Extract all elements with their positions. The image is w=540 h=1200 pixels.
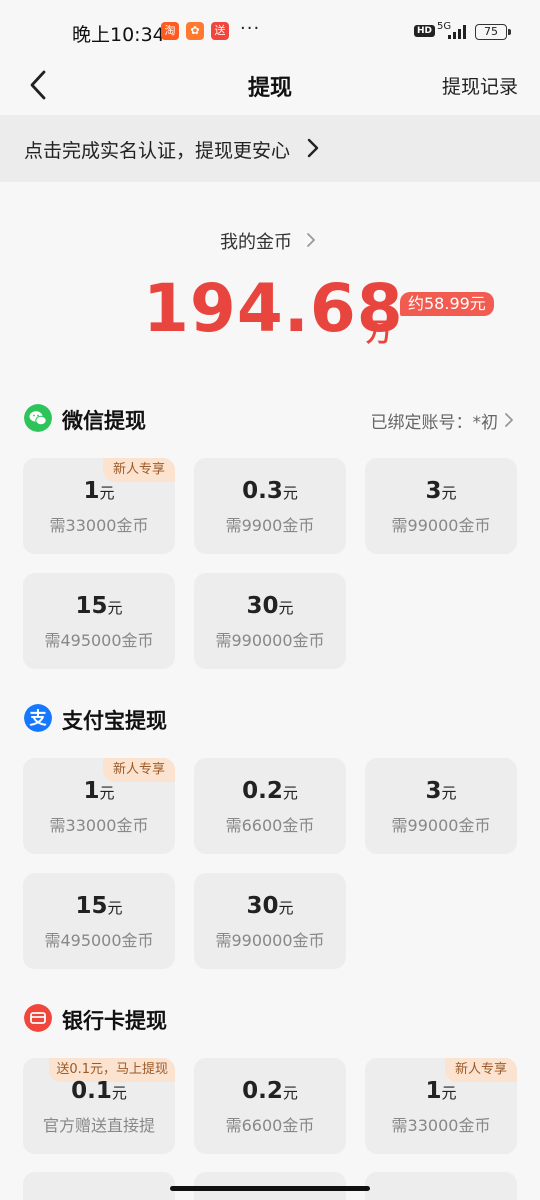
coins-amount: 194.68	[143, 270, 404, 347]
coins-required: 需33000金币	[391, 1116, 491, 1135]
withdraw-amount: 3	[425, 778, 442, 804]
withdraw-amount: 0.2	[242, 778, 283, 804]
yuan-unit: 元	[99, 484, 115, 502]
withdraw-option-card[interactable]: 新人专享 1元 需33000金币	[23, 758, 175, 854]
withdraw-amount: 30	[246, 893, 279, 919]
status-time: 晚上10:34	[72, 24, 165, 46]
coins-required: 官方赠送直接提	[42, 1116, 155, 1135]
coins-required: 需33000金币	[49, 816, 149, 835]
coins-required: 需495000金币	[44, 631, 154, 650]
yuan-unit: 元	[282, 784, 298, 802]
yuan-unit: 元	[282, 484, 298, 502]
yuan-unit: 元	[111, 1084, 127, 1102]
withdraw-option-card[interactable]: 3元 需99000金币	[365, 758, 517, 854]
svg-text:支: 支	[30, 708, 48, 729]
yuan-unit: 元	[282, 1084, 298, 1102]
coins-required: 需9900金币	[225, 516, 315, 535]
bound-account-link[interactable]: 已绑定账号：*初	[371, 408, 499, 433]
withdraw-amount: 30	[246, 593, 279, 619]
withdraw-history-link[interactable]: 提现记录	[442, 72, 518, 99]
withdraw-amount: 15	[75, 893, 108, 919]
real-name-verification-banner[interactable]: 点击完成实名认证，提现更安心	[0, 115, 540, 182]
status-bar: 晚上10:34 淘 ✿ 送 ··· HD 5G 75	[0, 0, 540, 62]
yuan-unit: 元	[441, 484, 457, 502]
withdraw-option-card[interactable]: 新人专享 1元 需33000金币	[23, 458, 175, 554]
withdraw-option-card[interactable]: 0.2元 需6600金币	[194, 758, 346, 854]
home-indicator[interactable]	[170, 1186, 370, 1191]
withdraw-option-card[interactable]: 0.3元 需9900金币	[194, 458, 346, 554]
coins-required: 需990000金币	[215, 931, 325, 950]
app-notification-icon: ✿	[186, 22, 204, 40]
alipay-icon: 支	[24, 704, 52, 732]
battery-icon: 75	[475, 24, 511, 40]
section-title: 银行卡提现	[62, 1009, 167, 1033]
withdraw-option-card[interactable]: 15元 需495000金币	[23, 573, 175, 669]
bank-card-icon	[24, 1004, 52, 1032]
chevron-right-icon	[505, 413, 513, 427]
withdraw-option-card[interactable]: 0.2元 需6600金币	[194, 1058, 346, 1154]
coins-required: 需495000金币	[44, 931, 154, 950]
coins-required: 需990000金币	[215, 631, 325, 650]
withdraw-option-card[interactable]: 15元 需495000金币	[23, 873, 175, 969]
taobao-app-icon: 淘	[161, 22, 179, 40]
yuan-unit: 元	[278, 599, 294, 617]
withdraw-amount: 1	[425, 1078, 442, 1104]
withdraw-option-card[interactable]: 新人专享 1元 需33000金币	[365, 1058, 517, 1154]
coins-required: 需6600金币	[225, 816, 315, 835]
yuan-unit: 元	[441, 784, 457, 802]
withdraw-option-card[interactable]: 3元 需99000金币	[365, 458, 517, 554]
wechat-icon	[24, 404, 52, 432]
withdraw-amount: 3	[425, 478, 442, 504]
chevron-right-icon	[307, 138, 319, 158]
yuan-unit: 元	[107, 599, 123, 617]
withdraw-option-card[interactable]: 30元 需990000金币	[194, 573, 346, 669]
withdraw-amount: 0.2	[242, 1078, 283, 1104]
section-title: 微信提现	[62, 409, 146, 433]
banner-text: 点击完成实名认证，提现更安心	[24, 140, 291, 162]
withdraw-option-card[interactable]	[365, 1172, 517, 1200]
coins-unit: 万	[366, 318, 393, 348]
yuan-unit: 元	[278, 899, 294, 917]
section-title: 支付宝提现	[62, 709, 167, 733]
coins-required: 需99000金币	[391, 816, 491, 835]
withdraw-option-card[interactable]: 送0.1元，马上提现 0.1元 官方赠送直接提	[23, 1058, 175, 1154]
withdraw-amount: 1	[83, 778, 100, 804]
withdraw-amount: 0.3	[242, 478, 283, 504]
delivery-app-icon: 送	[211, 22, 229, 40]
coins-required: 需33000金币	[49, 516, 149, 535]
alipay-withdraw-section-header: 支 支付宝提现	[0, 700, 540, 740]
more-notifications-icon: ···	[240, 18, 261, 39]
withdraw-amount: 0.1	[71, 1078, 112, 1104]
coins-yuan-equivalent-badge: 约58.99元	[400, 292, 494, 316]
withdraw-amount: 1	[83, 478, 100, 504]
wechat-withdraw-section-header: 微信提现 已绑定账号：*初	[0, 400, 540, 440]
yuan-unit: 元	[99, 784, 115, 802]
coins-required: 需99000金币	[391, 516, 491, 535]
signal-icon	[448, 25, 466, 39]
yuan-unit: 元	[441, 1084, 457, 1102]
withdraw-amount: 15	[75, 593, 108, 619]
nav-bar: 提现 提现记录	[0, 62, 540, 112]
hd-icon: HD	[414, 25, 436, 37]
bank-card-withdraw-section-header: 银行卡提现	[0, 1000, 540, 1040]
withdraw-option-card[interactable]	[23, 1172, 175, 1200]
withdraw-option-card[interactable]: 30元 需990000金币	[194, 873, 346, 969]
coins-required: 需6600金币	[225, 1116, 315, 1135]
my-coins-link[interactable]: 我的金币	[220, 228, 292, 254]
chevron-right-icon	[307, 233, 315, 247]
yuan-unit: 元	[107, 899, 123, 917]
